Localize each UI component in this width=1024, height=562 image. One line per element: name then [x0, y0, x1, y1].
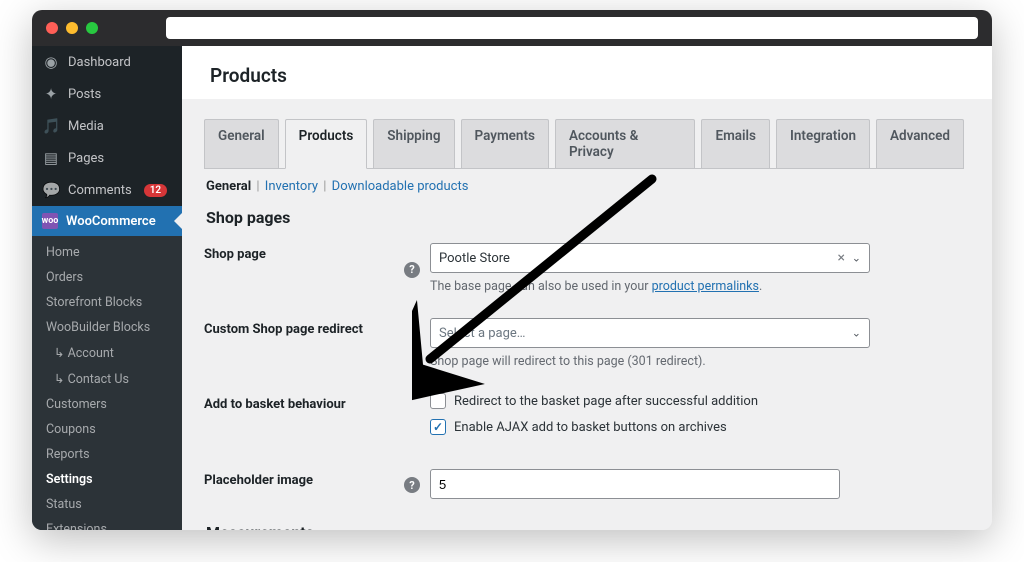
sidebar-label: Dashboard [68, 55, 131, 70]
pages-icon: ▤ [42, 149, 60, 167]
subnav-inventory[interactable]: Inventory [265, 179, 318, 194]
redirect-description: Shop page will redirect to this page (30… [430, 354, 870, 369]
custom-shop-redirect-select[interactable]: Select a page… ⌄ [430, 318, 870, 348]
woo-sub-coupons[interactable]: Coupons [32, 417, 182, 442]
woo-sub-status[interactable]: Status [32, 492, 182, 517]
tab-general[interactable]: General [204, 119, 279, 168]
row-shop-page: Shop page ? Pootle Store × ⌄ The base pa… [204, 243, 964, 294]
comments-count-badge: 12 [144, 184, 167, 197]
clear-icon[interactable]: × [838, 250, 845, 266]
sidebar-item-woocommerce[interactable]: woo WooCommerce [32, 206, 182, 236]
woo-sub-orders[interactable]: Orders [32, 265, 182, 290]
browser-window: ◉ Dashboard ✦ Posts 🎵 Media ▤ Pages 💬 Co… [32, 10, 992, 530]
label-shop-page: Shop page [204, 243, 404, 262]
sidebar-label: Media [68, 119, 104, 134]
help-icon[interactable]: ? [404, 477, 420, 493]
sidebar-item-media[interactable]: 🎵 Media [32, 110, 182, 142]
sidebar-item-pages[interactable]: ▤ Pages [32, 142, 182, 174]
woo-sub-customers[interactable]: Customers [32, 392, 182, 417]
window-minimize-icon[interactable] [66, 22, 78, 34]
woo-sub-extensions[interactable]: Extensions [32, 517, 182, 530]
checkbox-label: Redirect to the basket page after succes… [454, 394, 758, 409]
tab-emails[interactable]: Emails [701, 119, 770, 168]
tab-accounts-privacy[interactable]: Accounts & Privacy [555, 119, 695, 168]
sidebar-label: Posts [68, 87, 101, 102]
tab-advanced[interactable]: Advanced [876, 119, 964, 168]
row-custom-shop-redirect: Custom Shop page redirect Select a page…… [204, 318, 964, 369]
settings-tabs: General Products Shipping Payments Accou… [204, 119, 964, 169]
sidebar-item-posts[interactable]: ✦ Posts [32, 78, 182, 110]
sidebar-label: WooCommerce [66, 214, 156, 229]
help-icon[interactable]: ? [404, 262, 420, 278]
label-placeholder-image: Placeholder image [204, 469, 404, 488]
checkbox-row-redirect-basket: Redirect to the basket page after succes… [430, 393, 870, 409]
sidebar-item-dashboard[interactable]: ◉ Dashboard [32, 46, 182, 78]
media-icon: 🎵 [42, 117, 60, 135]
sidebar-label: Pages [68, 151, 104, 166]
woo-sub2-contact[interactable]: Contact Us [32, 366, 182, 392]
content-body: General Products Shipping Payments Accou… [182, 99, 992, 530]
window-zoom-icon[interactable] [86, 22, 98, 34]
chevron-down-icon: ⌄ [852, 252, 861, 265]
row-add-to-basket: Add to basket behaviour Redirect to the … [204, 393, 964, 445]
woocommerce-icon: woo [42, 213, 58, 229]
wp-admin-sidebar: ◉ Dashboard ✦ Posts 🎵 Media ▤ Pages 💬 Co… [32, 46, 182, 530]
product-permalinks-link[interactable]: product permalinks [652, 279, 759, 294]
shop-page-description: The base page can also be used in your p… [430, 279, 870, 294]
checkbox-row-ajax: ✓ Enable AJAX add to basket buttons on a… [430, 419, 870, 435]
products-subnav: General | Inventory | Downloadable produ… [206, 179, 964, 194]
checkbox-redirect-basket[interactable] [430, 393, 446, 409]
sidebar-label: Comments [68, 183, 132, 198]
tab-shipping[interactable]: Shipping [373, 119, 454, 168]
checkbox-label: Enable AJAX add to basket buttons on arc… [454, 420, 727, 435]
subnav-general[interactable]: General [206, 179, 251, 194]
woo-sub-settings[interactable]: Settings [32, 467, 182, 492]
gauge-icon: ◉ [42, 53, 60, 71]
tab-integration[interactable]: Integration [776, 119, 870, 168]
page-title: Products [182, 46, 992, 99]
woo-sub-home[interactable]: Home [32, 240, 182, 265]
woo-sub-reports[interactable]: Reports [32, 442, 182, 467]
label-add-to-basket: Add to basket behaviour [204, 393, 404, 412]
shop-page-select[interactable]: Pootle Store × ⌄ [430, 243, 870, 273]
row-placeholder-image: Placeholder image ? [204, 469, 964, 499]
woo-sub-woobuilder-blocks[interactable]: WooBuilder Blocks [32, 315, 182, 340]
subnav-downloadable[interactable]: Downloadable products [332, 179, 469, 194]
pin-icon: ✦ [42, 85, 60, 103]
woo-sub-storefront-blocks[interactable]: Storefront Blocks [32, 290, 182, 315]
redirect-placeholder: Select a page… [439, 326, 526, 341]
comment-icon: 💬 [42, 181, 60, 199]
section-heading-measurements: Measurements [206, 523, 964, 530]
woo-sub2-account[interactable]: Account [32, 340, 182, 366]
label-custom-shop-redirect: Custom Shop page redirect [204, 318, 404, 337]
placeholder-image-input[interactable] [430, 469, 840, 499]
checkbox-ajax-add-to-basket[interactable]: ✓ [430, 419, 446, 435]
chevron-down-icon: ⌄ [852, 327, 861, 340]
tab-products[interactable]: Products [285, 119, 368, 169]
sidebar-item-comments[interactable]: 💬 Comments 12 [32, 174, 182, 206]
browser-url-bar[interactable] [166, 17, 978, 39]
browser-titlebar [32, 10, 992, 46]
content-area: Products General Products Shipping Payme… [182, 46, 992, 530]
section-heading-shop-pages: Shop pages [206, 208, 964, 227]
shop-page-value: Pootle Store [439, 251, 510, 266]
woocommerce-submenu: Home Orders Storefront Blocks WooBuilder… [32, 236, 182, 530]
tab-payments[interactable]: Payments [461, 119, 549, 168]
window-close-icon[interactable] [46, 22, 58, 34]
